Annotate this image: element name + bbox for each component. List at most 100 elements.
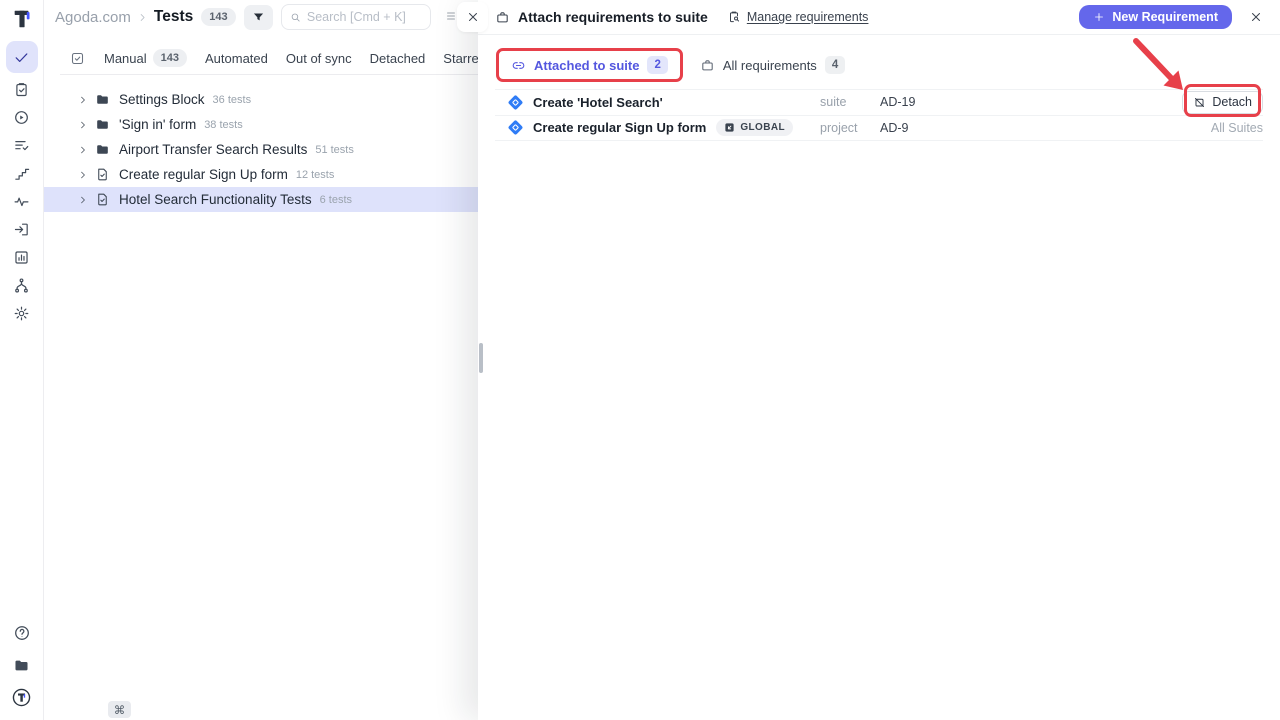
sidebar-item-pulse[interactable] — [6, 187, 38, 215]
folder-icon — [95, 142, 110, 157]
requirement-title: Create 'Hotel Search' — [533, 95, 663, 110]
breadcrumb-chevron-icon — [137, 12, 148, 23]
modal-header-actions: New Requirement — [1079, 5, 1263, 29]
play-circle-icon — [13, 109, 30, 126]
panel-divider — [60, 74, 478, 75]
close-icon — [466, 10, 480, 24]
requirement-id: AD-9 — [880, 121, 1211, 135]
manual-count-badge: 143 — [153, 49, 187, 67]
suite-label: Settings Block — [119, 92, 205, 107]
folder-icon — [95, 92, 110, 107]
file-check-icon — [95, 192, 110, 207]
docs-button[interactable] — [6, 654, 38, 676]
filter-tabs-row: Manual 143 Automated Out of sync Detache… — [44, 45, 478, 71]
filter-tab-detached[interactable]: Detached — [370, 51, 426, 66]
requirements-list: Create 'Hotel Search' suite AD-19 Detach… — [495, 89, 1263, 141]
requirement-row-hotel-search: Create 'Hotel Search' suite AD-19 Detach — [495, 90, 1263, 116]
clipboard-check-icon — [13, 81, 30, 98]
chevron-right-icon[interactable] — [78, 170, 88, 180]
branch-icon — [13, 277, 30, 294]
top-toolbar: Agoda.com Tests 143 — [44, 0, 478, 34]
chevron-right-icon[interactable] — [78, 145, 88, 155]
requirement-name-cell: Create 'Hotel Search' — [508, 95, 820, 110]
gear-icon — [13, 305, 30, 322]
sidebar-item-branches[interactable] — [6, 271, 38, 299]
sidebar-item-analytics[interactable] — [6, 243, 38, 271]
requirement-title: Create regular Sign Up form — [533, 120, 706, 135]
suite-label: Hotel Search Functionality Tests — [119, 192, 312, 207]
detach-button[interactable]: Detach — [1182, 91, 1263, 114]
suite-test-count: 12 tests — [296, 168, 335, 181]
list-check-icon — [13, 137, 30, 154]
requirement-id: AD-19 — [880, 95, 1182, 109]
tests-count-badge: 143 — [201, 8, 235, 26]
tab-attached-to-suite[interactable]: Attached to suite 2 — [511, 56, 668, 74]
import-box-icon — [13, 221, 30, 238]
rail-bottom-group — [6, 622, 38, 720]
plus-icon — [1093, 11, 1105, 23]
global-badge: GLOBAL — [716, 119, 793, 136]
modal-header: Attach requirements to suite Manage requ… — [478, 0, 1280, 35]
search-icon — [290, 11, 301, 24]
tree-row-settings-block[interactable]: Settings Block 36 tests — [44, 87, 478, 112]
search-input[interactable] — [307, 10, 422, 24]
breadcrumb-project[interactable]: Agoda.com — [55, 9, 131, 26]
modal-title: Attach requirements to suite — [518, 9, 708, 25]
tree-row-sign-in-form[interactable]: 'Sign in' form 38 tests — [44, 112, 478, 137]
new-requirement-button[interactable]: New Requirement — [1079, 5, 1232, 29]
brand-circle-button[interactable] — [6, 686, 38, 708]
filter-button[interactable] — [244, 5, 273, 30]
modal-close-button[interactable] — [1249, 10, 1263, 24]
tab-all-requirements[interactable]: All requirements 4 — [700, 56, 845, 74]
check-icon — [13, 49, 30, 66]
tab-count-badge: 2 — [647, 56, 667, 74]
chevron-right-icon[interactable] — [78, 95, 88, 105]
detach-icon — [1193, 96, 1206, 109]
file-check-icon — [95, 167, 110, 182]
tree-row-create-regular-sign-up[interactable]: Create regular Sign Up form 12 tests — [44, 162, 478, 187]
tab-count-badge: 4 — [825, 56, 845, 74]
requirement-diamond-icon — [508, 120, 524, 136]
stairs-icon — [13, 165, 30, 182]
tree-row-airport-transfer[interactable]: Airport Transfer Search Results 51 tests — [44, 137, 478, 162]
manage-requirements-link[interactable]: Manage requirements — [727, 10, 869, 24]
chevron-right-icon[interactable] — [78, 195, 88, 205]
app-logo[interactable] — [11, 6, 33, 32]
sidebar-item-runs[interactable] — [6, 103, 38, 131]
tree-row-hotel-search-selected[interactable]: Hotel Search Functionality Tests 6 tests — [44, 187, 478, 212]
help-button[interactable] — [6, 622, 38, 644]
attach-requirements-modal: Attach requirements to suite Manage requ… — [478, 0, 1280, 720]
global-badge-label: GLOBAL — [740, 122, 785, 133]
filter-tab-label: Manual — [104, 51, 147, 66]
clipboard-search-icon — [727, 10, 741, 24]
tab-label: All requirements — [723, 58, 817, 73]
suite-test-count: 36 tests — [213, 93, 252, 106]
panel-resize-handle[interactable] — [479, 343, 483, 373]
sidebar-item-test-plans[interactable] — [6, 75, 38, 103]
new-requirement-label: New Requirement — [1112, 10, 1218, 24]
suite-test-count: 51 tests — [315, 143, 354, 156]
tab-label: Attached to suite — [534, 58, 639, 73]
chevron-right-icon[interactable] — [78, 120, 88, 130]
sidebar-item-tests[interactable] — [6, 41, 38, 73]
requirement-actions: Detach — [1182, 91, 1263, 114]
bar-chart-icon — [13, 249, 30, 266]
suite-test-count: 6 tests — [320, 193, 352, 206]
suite-test-count: 38 tests — [204, 118, 243, 131]
folder-icon — [95, 117, 110, 132]
filter-tab-out-of-sync[interactable]: Out of sync — [286, 51, 352, 66]
suite-label: Create regular Sign Up form — [119, 167, 288, 182]
requirement-diamond-icon — [508, 94, 524, 110]
sidebar-item-steps[interactable] — [6, 159, 38, 187]
sidebar-item-settings[interactable] — [6, 299, 38, 327]
link-icon — [511, 58, 526, 73]
filter-tab-automated[interactable]: Automated — [205, 51, 268, 66]
keyboard-shortcuts-badge[interactable]: ⌘ — [108, 701, 131, 718]
panel-close-button[interactable] — [457, 2, 488, 32]
requirement-name-cell: Create regular Sign Up form GLOBAL — [508, 119, 820, 136]
sidebar-item-checklist[interactable] — [6, 131, 38, 159]
filter-tab-manual[interactable]: Manual 143 — [104, 49, 187, 67]
suite-label: Airport Transfer Search Results — [119, 142, 307, 157]
sidebar-item-import[interactable] — [6, 215, 38, 243]
edit-check-icon — [70, 51, 85, 66]
